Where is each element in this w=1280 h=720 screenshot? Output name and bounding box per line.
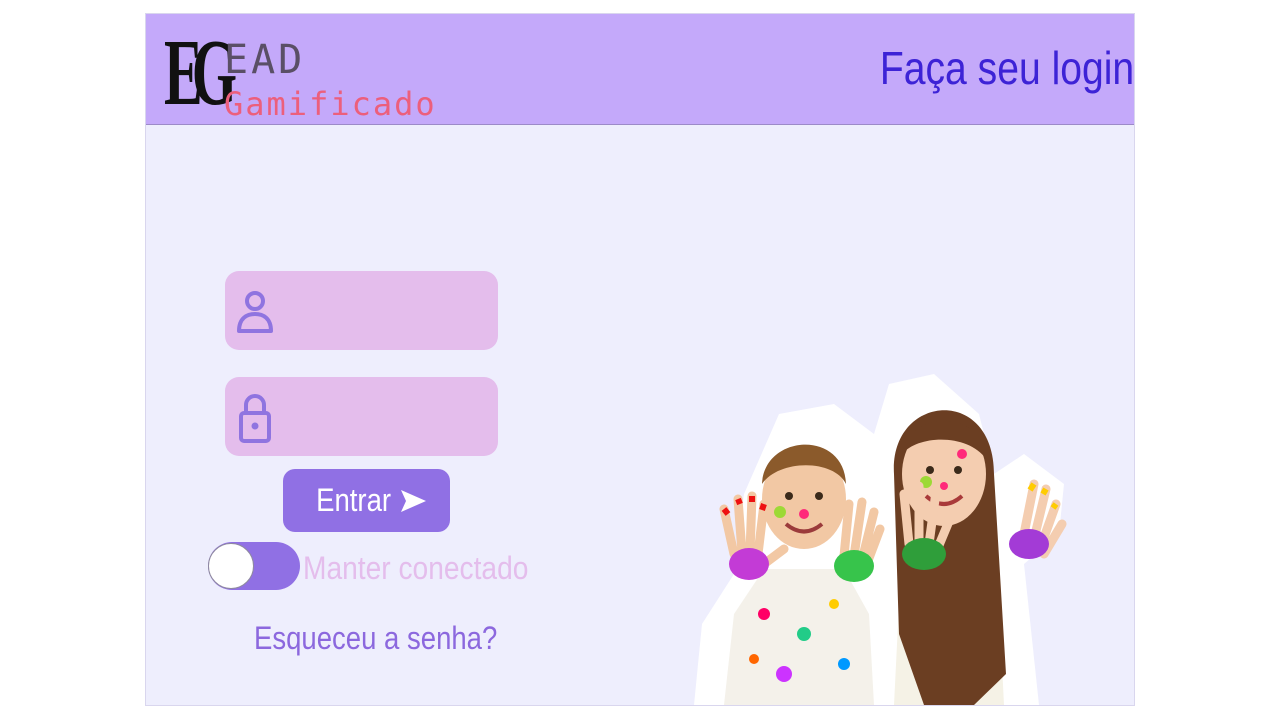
- login-button[interactable]: Entrar: [283, 469, 450, 532]
- username-input[interactable]: [283, 271, 487, 352]
- password-field[interactable]: [225, 377, 498, 458]
- toggle-knob[interactable]: [208, 543, 254, 589]
- user-icon: [237, 291, 273, 333]
- username-field[interactable]: [225, 271, 498, 352]
- lock-icon: [239, 394, 271, 443]
- keep-connected-label: Manter conectado: [303, 550, 529, 586]
- logo: EG EAD Gamificado: [164, 21, 454, 125]
- logo-ead-text: EAD: [224, 37, 306, 83]
- password-input[interactable]: [283, 377, 487, 458]
- logo-mark: EG: [164, 21, 237, 125]
- page-title: Faça seu login: [879, 42, 1134, 94]
- login-page: EG EAD Gamificado Faça seu login Entrar …: [146, 14, 1134, 705]
- logo-gamificado-text: Gamificado: [224, 85, 437, 123]
- login-button-label: Entrar: [316, 482, 391, 518]
- forgot-password-link[interactable]: Esqueceu a senha?: [254, 618, 497, 658]
- header-bar: EG EAD Gamificado Faça seu login: [146, 14, 1134, 125]
- children-painted-hands-image: [694, 374, 1067, 705]
- keep-connected-toggle[interactable]: [208, 542, 300, 590]
- send-arrow-icon: [401, 489, 427, 512]
